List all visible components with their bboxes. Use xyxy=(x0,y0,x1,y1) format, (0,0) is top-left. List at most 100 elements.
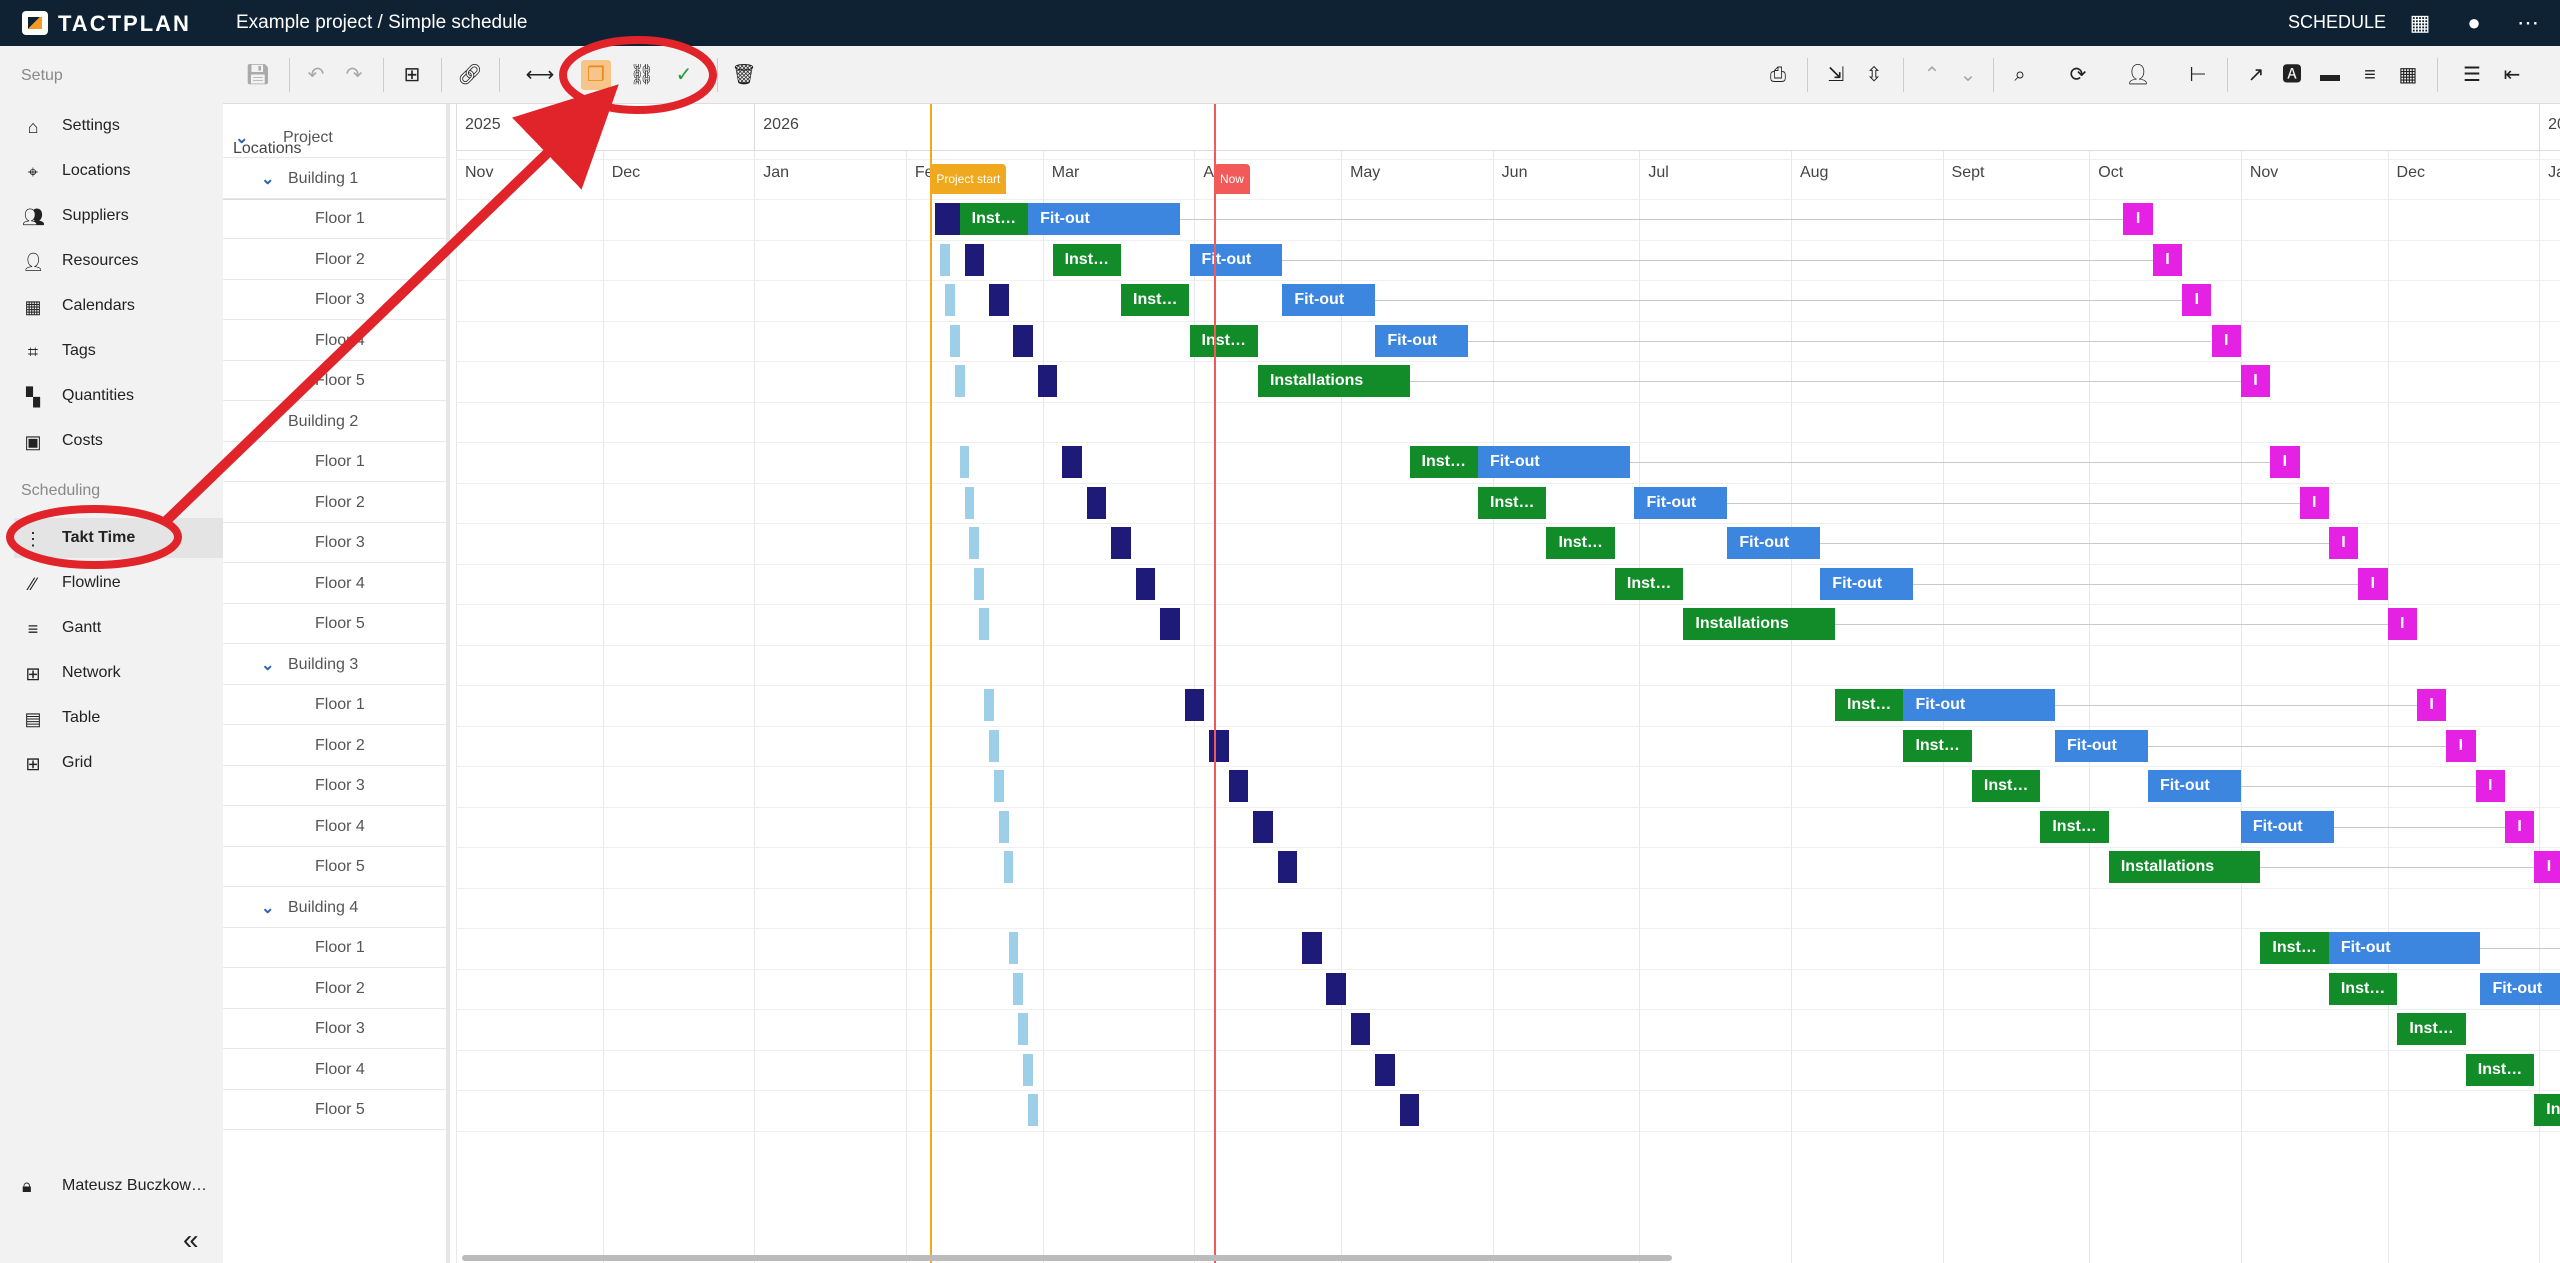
text-labels-icon[interactable]: 🅰︎ xyxy=(2277,60,2307,90)
installations-task-bar[interactable]: Inst… xyxy=(1614,567,1684,600)
print-icon[interactable]: ⎙ xyxy=(1763,60,1793,90)
location-row-floor[interactable]: Floor 3 xyxy=(223,280,446,320)
account-circle-icon[interactable]: ● xyxy=(2460,9,2488,37)
fitout-task-bar[interactable]: Fit-out xyxy=(1282,284,1376,316)
prep-task-bar[interactable] xyxy=(1399,1094,1420,1126)
light-task-bar[interactable] xyxy=(1013,972,1024,1005)
move-down-icon[interactable]: ⌄ xyxy=(1953,60,1983,90)
installations-task-bar[interactable]: Inst… xyxy=(1834,689,1904,721)
sidebar-item-gantt[interactable]: ≡ Gantt xyxy=(14,608,223,648)
location-row-floor[interactable]: Floor 3 xyxy=(223,523,446,563)
light-task-bar[interactable] xyxy=(998,810,1009,843)
location-row-floor[interactable]: Floor 2 xyxy=(223,483,446,523)
prep-task-bar[interactable] xyxy=(1277,851,1298,883)
sidebar-item-settings[interactable]: ⌂ Settings xyxy=(14,106,223,146)
chevron-down-icon[interactable]: ⌄ xyxy=(261,412,277,432)
sync-schedule-icon[interactable]: ⟳ xyxy=(2063,60,2093,90)
installations-task-bar[interactable]: Installations xyxy=(2108,851,2261,883)
link-icon[interactable]: 🔗︎ xyxy=(455,60,485,90)
horizontal-scrollbar[interactable] xyxy=(462,1255,1672,1261)
installations-task-bar[interactable]: Inst… xyxy=(1409,446,1478,478)
fitout-task-bar[interactable]: Fit-out xyxy=(2240,810,2334,843)
expand-all-icon[interactable]: ⇳ xyxy=(1859,60,1889,90)
sidebar-item-tags[interactable]: ⌗ Tags xyxy=(14,331,223,371)
fitout-task-bar[interactable]: Fit-out xyxy=(1478,446,1630,478)
prep-task-bar[interactable] xyxy=(935,203,960,235)
move-up-icon[interactable]: ⌃ xyxy=(1917,60,1947,90)
location-row-floor[interactable]: Floor 1 xyxy=(223,442,446,482)
milestone-bar[interactable]: I xyxy=(2358,567,2388,600)
sidebar-item-quantities[interactable]: ▚ Quantities xyxy=(14,376,223,416)
sidebar-item-grid[interactable]: ⊞ Grid xyxy=(14,743,223,783)
installations-task-bar[interactable]: Inst… xyxy=(1478,486,1547,519)
light-task-bar[interactable] xyxy=(945,284,955,316)
collapse-panel-icon[interactable]: ⇤ xyxy=(2497,60,2527,90)
installations-task-bar[interactable]: Inst… xyxy=(1052,243,1122,276)
installations-task-bar[interactable]: Installations xyxy=(1257,365,1410,397)
prep-task-bar[interactable] xyxy=(989,284,1009,316)
fitout-task-bar[interactable]: Fit-out xyxy=(2480,972,2560,1005)
location-row-floor[interactable]: Floor 2 xyxy=(223,240,446,280)
location-row-building[interactable]: ⌄ Building 1 xyxy=(223,159,446,199)
prep-task-bar[interactable] xyxy=(1160,608,1180,640)
user-account-item[interactable]: 🔒︎ Mateusz Buczkow… xyxy=(14,1166,223,1206)
fitout-task-bar[interactable]: Fit-out xyxy=(1028,203,1180,235)
milestone-bar[interactable]: I xyxy=(2152,243,2183,276)
installations-task-bar[interactable]: Installations xyxy=(2534,1094,2560,1126)
location-row-floor[interactable]: Floor 1 xyxy=(223,199,446,239)
milestone-bar[interactable]: I xyxy=(2475,770,2505,802)
installations-task-bar[interactable]: Inst… xyxy=(2328,972,2398,1005)
fitout-task-bar[interactable]: Fit-out xyxy=(2147,770,2241,802)
location-row-floor[interactable]: Floor 1 xyxy=(223,685,446,725)
chevron-down-icon[interactable]: ⌄ xyxy=(261,898,277,918)
installations-task-bar[interactable]: Inst… xyxy=(1903,729,1972,762)
light-task-bar[interactable] xyxy=(964,486,975,519)
location-row-floor[interactable]: Floor 5 xyxy=(223,1090,446,1130)
light-task-bar[interactable] xyxy=(993,770,1004,802)
location-row-floor[interactable]: Floor 2 xyxy=(223,726,446,766)
person-filter-icon[interactable]: 👤︎ xyxy=(2123,60,2153,90)
zoom-icon[interactable]: ⌕ xyxy=(2005,60,2035,90)
milestone-bar[interactable]: I xyxy=(2182,284,2212,316)
location-row-floor[interactable]: Floor 1 xyxy=(223,928,446,968)
sidebar-item-costs[interactable]: ▣ Costs xyxy=(14,421,223,461)
add-link-icon[interactable]: ⛓ xyxy=(627,60,657,90)
calendar-view-icon[interactable]: ▦ xyxy=(2393,60,2423,90)
installations-task-bar[interactable]: Inst… xyxy=(1189,324,1258,357)
milestone-bar[interactable]: I xyxy=(2270,446,2300,478)
milestone-bar[interactable]: I xyxy=(2240,365,2271,397)
sidebar-item-network[interactable]: ⊞ Network xyxy=(14,653,223,693)
sidebar-item-resources[interactable]: 👤︎ Resources xyxy=(14,241,223,281)
prep-task-bar[interactable] xyxy=(1209,729,1229,762)
collapse-all-icon[interactable]: ⇲ xyxy=(1821,60,1851,90)
fitout-task-bar[interactable]: Fit-out xyxy=(1189,243,1283,276)
building-icon[interactable]: ▦ xyxy=(2406,9,2434,37)
location-row-floor[interactable]: Floor 3 xyxy=(223,1009,446,1049)
light-task-bar[interactable] xyxy=(954,365,965,397)
brand-name[interactable]: TACTPLAN xyxy=(58,11,191,37)
milestone-bar[interactable]: I xyxy=(2416,689,2447,721)
installations-task-bar[interactable]: Installations xyxy=(1683,608,1835,640)
fitout-task-bar[interactable]: Fit-out xyxy=(1375,324,1469,357)
bar-height-icon[interactable]: ▬ xyxy=(2315,60,2345,90)
location-row-floor[interactable]: Floor 4 xyxy=(223,807,446,847)
save-icon[interactable]: 💾︎ xyxy=(243,60,273,90)
light-task-bar[interactable] xyxy=(1008,932,1019,964)
add-task-icon[interactable]: ⊞ xyxy=(397,60,427,90)
light-task-bar[interactable] xyxy=(940,243,950,276)
location-row-floor[interactable]: Floor 4 xyxy=(223,564,446,604)
more-menu-icon[interactable]: ⋯ xyxy=(2514,9,2542,37)
prep-task-bar[interactable] xyxy=(1228,770,1249,802)
location-row-floor[interactable]: Floor 5 xyxy=(223,361,446,401)
undo-icon[interactable]: ↶ xyxy=(301,60,331,90)
light-task-bar[interactable] xyxy=(984,689,994,721)
fitout-task-bar[interactable]: Fit-out xyxy=(1634,486,1728,519)
milestone-bar[interactable]: I xyxy=(2328,527,2359,559)
location-row-floor[interactable]: Floor 2 xyxy=(223,969,446,1009)
prep-task-bar[interactable] xyxy=(1184,689,1205,721)
sidebar-item-takt-time[interactable]: ⋮ Takt Time xyxy=(14,518,223,558)
prep-task-bar[interactable] xyxy=(1135,567,1156,600)
prep-task-bar[interactable] xyxy=(1013,324,1033,357)
chevron-down-icon[interactable]: ⌄ xyxy=(261,655,277,675)
prep-task-bar[interactable] xyxy=(1253,810,1273,843)
